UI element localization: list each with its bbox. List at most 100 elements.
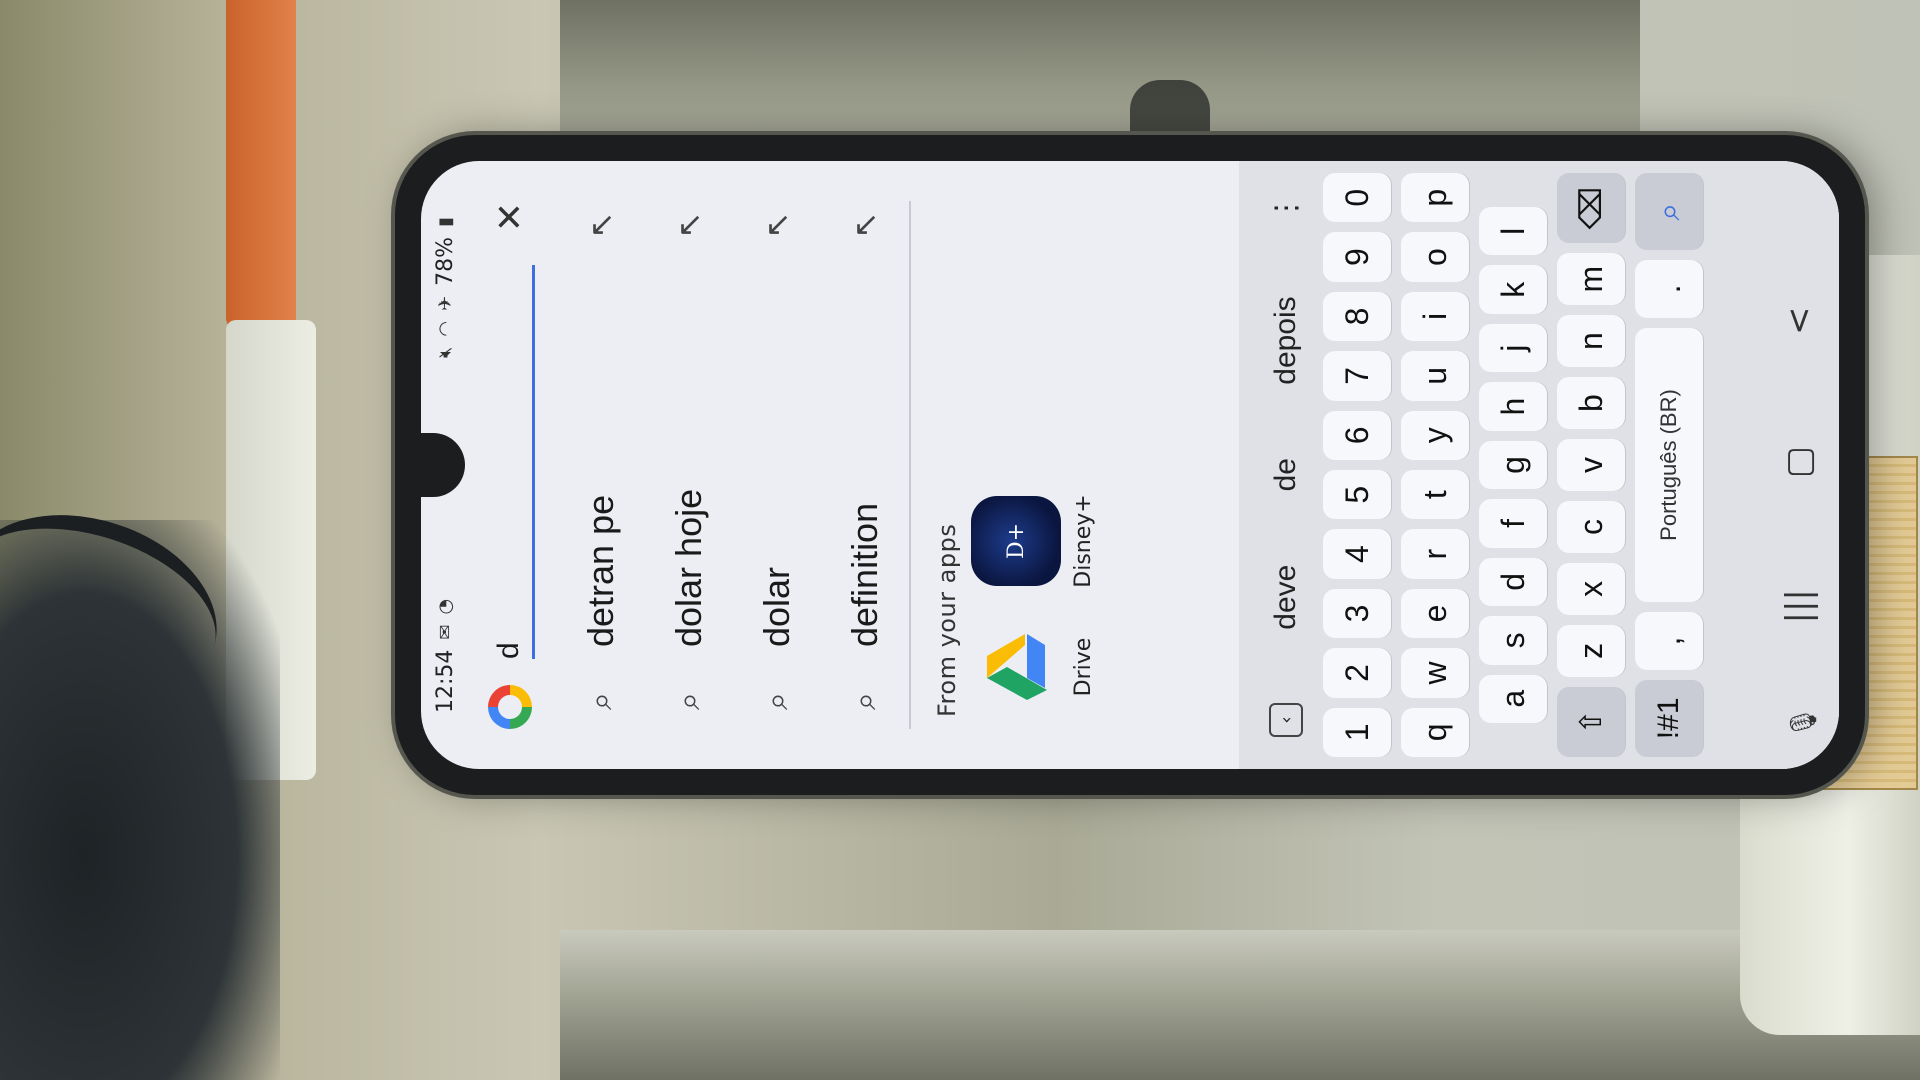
fill-query-arrow-icon[interactable]: ↖ xyxy=(582,207,620,243)
period-key[interactable]: . xyxy=(1635,260,1703,318)
key-z[interactable]: z xyxy=(1557,624,1625,677)
key-w[interactable]: w xyxy=(1401,648,1469,698)
app-disney-plus[interactable]: D+ Disney+ xyxy=(971,491,1096,591)
key-x[interactable]: x xyxy=(1557,562,1625,615)
navigation-bar: 🎙︎ ||| ▢ < xyxy=(1759,161,1839,769)
key-o[interactable]: o xyxy=(1401,232,1469,282)
key-c[interactable]: c xyxy=(1557,500,1625,553)
prediction-2[interactable]: de xyxy=(1269,458,1303,491)
key-h[interactable]: h xyxy=(1479,382,1547,431)
search-icon: ⌕ xyxy=(670,692,706,710)
battery-icon: ▮ xyxy=(434,217,456,227)
app-label: Disney+ xyxy=(1071,494,1096,588)
backspace-key[interactable]: ⌫ xyxy=(1557,173,1625,244)
search-key[interactable]: ⌕ xyxy=(1635,172,1703,251)
clear-search-button[interactable]: ✕ xyxy=(490,195,531,239)
search-icon: ⌕ xyxy=(582,692,618,710)
battery-percent: 78% xyxy=(432,236,458,286)
key-4[interactable]: 4 xyxy=(1323,529,1391,579)
key-r[interactable]: r xyxy=(1401,529,1469,579)
search-icon: ⌕ xyxy=(758,692,794,710)
fill-query-arrow-icon[interactable]: ↖ xyxy=(846,207,884,243)
key-l[interactable]: l xyxy=(1479,207,1547,256)
suggestion-item[interactable]: ⌕ dolar hoje ↖ xyxy=(645,201,733,729)
key-p[interactable]: p xyxy=(1401,172,1469,223)
key-g[interactable]: g xyxy=(1479,440,1547,490)
search-input[interactable] xyxy=(485,265,535,659)
fill-query-arrow-icon[interactable]: ↖ xyxy=(670,207,708,243)
background-orange-object xyxy=(226,0,296,330)
letter-row-1: q w e r t y u i o p xyxy=(1401,172,1469,758)
suggestion-text: dolar hoje xyxy=(668,488,709,647)
suggestion-text: definition xyxy=(844,502,885,647)
key-v[interactable]: v xyxy=(1557,439,1625,491)
key-t[interactable]: t xyxy=(1401,470,1469,520)
key-d[interactable]: d xyxy=(1479,557,1547,607)
recents-button[interactable]: ||| xyxy=(1779,589,1819,623)
key-b[interactable]: b xyxy=(1557,377,1625,430)
back-button[interactable]: < xyxy=(1779,307,1819,336)
prediction-1[interactable]: deve xyxy=(1269,565,1303,630)
sync-icon: ◔ xyxy=(434,598,456,615)
key-m[interactable]: m xyxy=(1557,253,1625,306)
google-drive-icon xyxy=(971,622,1061,712)
suggestion-list: ⌕ detran pe ↖ ⌕ dolar hoje ↖ ⌕ dolar ↖ ⌕… xyxy=(557,201,911,729)
background-floor xyxy=(560,930,1920,1080)
microphone-icon[interactable]: 🎙︎ xyxy=(1789,706,1819,739)
key-f[interactable]: f xyxy=(1479,499,1547,548)
suggestion-text: detran pe xyxy=(580,494,621,647)
key-5[interactable]: 5 xyxy=(1323,470,1391,520)
home-button[interactable]: ▢ xyxy=(1779,446,1819,478)
app-drive[interactable]: Drive xyxy=(971,617,1096,717)
key-0[interactable]: 0 xyxy=(1323,172,1391,223)
search-bar: ✕ xyxy=(469,161,551,769)
bottom-row: !#1 , Português (BR) . ⌕ xyxy=(1635,172,1703,757)
status-right: 🔇︎ ◠ ✈ 78% ▮ xyxy=(433,217,458,358)
search-icon: ⌕ xyxy=(846,692,882,710)
key-q[interactable]: q xyxy=(1401,707,1469,758)
keyboard-toolbar: ‹ deve de depois ⋮ xyxy=(1249,173,1323,757)
letter-row-2: a s d f g h j k l xyxy=(1479,173,1547,757)
key-1[interactable]: 1 xyxy=(1323,707,1391,758)
suggestion-item[interactable]: ⌕ detran pe ↖ xyxy=(557,201,645,729)
letter-row-3: ⇧ z x c v b n m ⌫ xyxy=(1557,173,1625,757)
phone-screen: 12:54 ✉ ◔ 🔇︎ ◠ ✈ 78% ▮ ✕ ⌕ detran pe ↖ xyxy=(421,161,1839,769)
more-options-icon[interactable]: ⋮ xyxy=(1269,193,1304,223)
number-row: 1 2 3 4 5 6 7 8 9 0 xyxy=(1323,172,1391,758)
key-i[interactable]: i xyxy=(1401,291,1469,342)
space-key[interactable]: Português (BR) xyxy=(1635,327,1703,603)
app-label: Drive xyxy=(1071,637,1096,697)
fill-query-arrow-icon[interactable]: ↖ xyxy=(758,207,796,243)
airplane-icon: ✈ xyxy=(434,295,456,311)
apps-section-title: From your apps xyxy=(933,523,961,717)
key-y[interactable]: y xyxy=(1401,410,1469,460)
key-3[interactable]: 3 xyxy=(1323,588,1391,639)
key-u[interactable]: u xyxy=(1401,351,1469,401)
key-8[interactable]: 8 xyxy=(1323,291,1391,342)
wifi-icon: ◠ xyxy=(434,320,456,337)
google-logo-icon xyxy=(488,685,532,729)
suggestion-item[interactable]: ⌕ definition ↖ xyxy=(821,201,909,729)
key-j[interactable]: j xyxy=(1479,323,1547,373)
collapse-toolbar-icon[interactable]: ‹ xyxy=(1269,703,1303,737)
comma-key[interactable]: , xyxy=(1635,612,1703,670)
key-e[interactable]: e xyxy=(1401,588,1469,639)
key-s[interactable]: s xyxy=(1479,616,1547,665)
key-a[interactable]: a xyxy=(1479,674,1547,723)
apps-row: Drive D+ Disney+ xyxy=(971,161,1096,769)
status-left: 12:54 ✉ ◔ xyxy=(433,599,458,713)
key-7[interactable]: 7 xyxy=(1323,351,1391,401)
suggestion-item[interactable]: ⌕ dolar ↖ xyxy=(733,201,821,729)
mail-icon: ✉ xyxy=(434,624,456,640)
key-6[interactable]: 6 xyxy=(1323,410,1391,460)
status-time: 12:54 xyxy=(432,649,458,713)
suggestion-text: dolar xyxy=(756,566,797,647)
shift-key[interactable]: ⇧ xyxy=(1557,686,1625,757)
symbols-key[interactable]: !#1 xyxy=(1635,679,1703,757)
phone-device: 12:54 ✉ ◔ 🔇︎ ◠ ✈ 78% ▮ ✕ ⌕ detran pe ↖ xyxy=(395,135,1865,795)
prediction-3[interactable]: depois xyxy=(1269,296,1303,384)
key-n[interactable]: n xyxy=(1557,315,1625,368)
key-9[interactable]: 9 xyxy=(1323,232,1391,282)
key-2[interactable]: 2 xyxy=(1323,648,1391,698)
key-k[interactable]: k xyxy=(1479,265,1547,314)
